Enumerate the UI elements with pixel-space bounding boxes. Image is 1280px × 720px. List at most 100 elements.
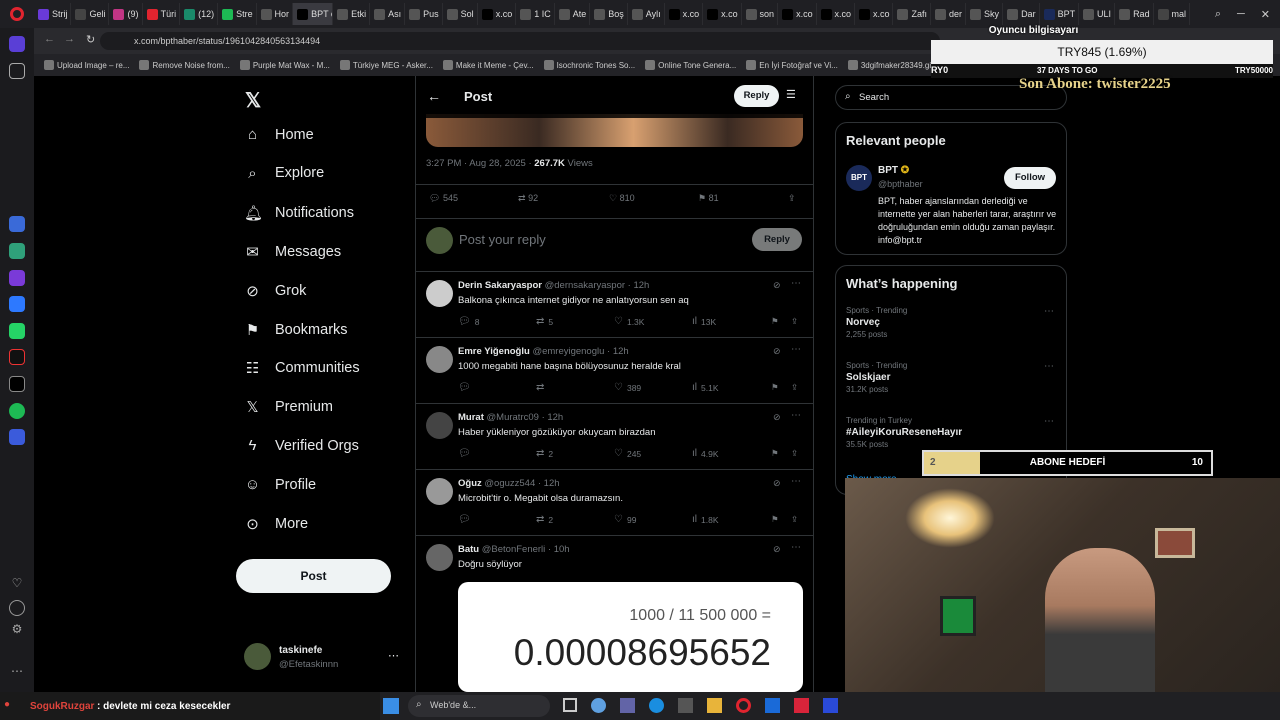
- share-icon[interactable]: ⇪: [791, 514, 798, 525]
- post-button[interactable]: Post: [236, 559, 391, 593]
- share-icon[interactable]: ⇪: [791, 448, 798, 459]
- bookmark-item[interactable]: Make it Meme - Çev...: [442, 60, 534, 70]
- repost-action[interactable]: ⇄ 2: [536, 448, 553, 459]
- taskbar-search[interactable]: ⌕ Web'de &...: [408, 695, 550, 717]
- browser-tab[interactable]: x.co: [855, 3, 894, 25]
- grok-icon[interactable]: ⊘: [773, 544, 781, 555]
- bookmark-item[interactable]: Online Tone Genera...: [645, 60, 736, 70]
- nav-item-more[interactable]: ⊙ More: [244, 515, 308, 533]
- bookmark-icon[interactable]: ⚑: [771, 448, 779, 459]
- bookmark-item[interactable]: Isochronic Tones So...: [543, 60, 635, 70]
- reply-item[interactable]: Batu @BetonFenerli · 10h ⊘ ⋯ Doğru söylü…: [416, 536, 813, 692]
- reply-action[interactable]: 💬︎: [458, 448, 475, 459]
- bookmark-action[interactable]: ⚑ 81: [698, 193, 719, 204]
- close-window-icon[interactable]: ✕: [1261, 8, 1270, 21]
- browser-tab[interactable]: Sol: [443, 3, 478, 25]
- filter-icon[interactable]: ☰: [786, 88, 796, 101]
- trend-item[interactable]: Sports · Trending Norveç 2,255 posts: [846, 306, 907, 339]
- outlook-icon[interactable]: [765, 698, 780, 713]
- teams-icon[interactable]: [620, 698, 635, 713]
- reply-author[interactable]: Murat: [458, 412, 484, 423]
- like-action[interactable]: ♡ 810: [609, 193, 635, 204]
- whatsapp-icon[interactable]: [9, 323, 25, 339]
- browser-tab[interactable]: x.co: [703, 3, 742, 25]
- explorer-icon[interactable]: [707, 698, 722, 713]
- like-action[interactable]: ♡ 99: [614, 514, 636, 525]
- reply-item[interactable]: Murat @Muratrc09 · 12h ⊘ ⋯ Haber yükleni…: [416, 404, 813, 470]
- grok-icon[interactable]: ⊘: [773, 280, 781, 291]
- like-action[interactable]: ♡ 245: [614, 448, 641, 459]
- views-action[interactable]: ıl 5.1K: [692, 382, 719, 393]
- more-icon[interactable]: ⋯: [791, 542, 801, 553]
- browser-tab[interactable]: ULI: [1079, 3, 1116, 25]
- nav-item-communities[interactable]: ☷ Communities: [244, 359, 360, 377]
- bookmark-icon[interactable]: ⚑: [771, 316, 779, 327]
- more-icon[interactable]: ⋯: [9, 664, 25, 680]
- nav-item-explore[interactable]: ⌕ Explore: [244, 165, 324, 182]
- nav-item-grok[interactable]: ⊘ Grok: [244, 282, 306, 300]
- trend-more-icon[interactable]: ⋯: [1044, 306, 1054, 317]
- nav-item-premium[interactable]: 𝕏 Premium: [244, 398, 333, 416]
- reply-author[interactable]: Emre Yiğenoğlu: [458, 346, 530, 357]
- reply-author[interactable]: Batu: [458, 544, 479, 555]
- browser-tab[interactable]: BPT on: [293, 3, 334, 25]
- bookmark-item[interactable]: Purple Mat Wax - M...: [239, 60, 330, 70]
- browser-tab[interactable]: (9): [109, 3, 143, 25]
- browser-tab[interactable]: 1 IC: [516, 3, 555, 25]
- opera-taskbar-icon[interactable]: [736, 698, 751, 713]
- reply-action[interactable]: 💬︎ 8: [458, 316, 479, 327]
- opera-logo-icon[interactable]: [0, 0, 34, 28]
- grok-icon[interactable]: ⊘: [773, 478, 781, 489]
- browser-tab[interactable]: Aylı: [628, 3, 665, 25]
- browser-tab[interactable]: (12): [180, 3, 219, 25]
- grok-icon[interactable]: ⊘: [773, 346, 781, 357]
- heart-icon[interactable]: ♡: [9, 576, 25, 592]
- url-field[interactable]: x.com/bpthaber/status/196104284056313449…: [100, 32, 940, 50]
- post-image[interactable]: [426, 114, 803, 147]
- like-action[interactable]: ♡ 389: [614, 382, 641, 393]
- browser-tab[interactable]: Türi: [143, 3, 181, 25]
- x-icon[interactable]: [9, 376, 25, 392]
- browser-tab[interactable]: Etki: [333, 3, 371, 25]
- views-action[interactable]: ıl 13K: [692, 316, 716, 327]
- browser-tab[interactable]: Ate: [555, 3, 591, 25]
- share-icon[interactable]: ⇪: [788, 193, 796, 204]
- trend-item[interactable]: Sports · Trending Solskjaer 31.2K posts: [846, 361, 907, 394]
- avatar[interactable]: [426, 478, 453, 505]
- browser-tab[interactable]: x.co: [478, 3, 517, 25]
- repost-action[interactable]: ⇄ 5: [536, 316, 553, 327]
- browser-tab[interactable]: Geli: [71, 3, 110, 25]
- bookmark-item[interactable]: En İyi Fotoğraf ve Vi...: [746, 60, 838, 70]
- browser-tab[interactable]: Hor: [257, 3, 294, 25]
- nav-item-profile[interactable]: ☺ Profile: [244, 476, 316, 493]
- browser-tab[interactable]: Rad: [1115, 3, 1154, 25]
- bookmark-item[interactable]: Upload Image – re...: [44, 60, 129, 70]
- trend-item[interactable]: Trending in Turkey #AileyiKoruReseneHayır…: [846, 416, 962, 449]
- chatgpt-icon[interactable]: [9, 243, 25, 259]
- reply-action[interactable]: 💬︎ 545: [429, 193, 458, 204]
- nav-item-notifications[interactable]: 🔔︎ Notifications: [244, 204, 354, 222]
- reply-image[interactable]: 1000 / 11 500 000 = 0.00008695652: [458, 582, 803, 692]
- edge-icon[interactable]: [649, 698, 664, 713]
- forward-icon[interactable]: →: [64, 33, 75, 45]
- nav-item-messages[interactable]: ✉ Messages: [244, 243, 341, 261]
- tiktok-icon[interactable]: [9, 349, 25, 365]
- windows-start-icon[interactable]: [383, 698, 399, 714]
- avatar[interactable]: [426, 280, 453, 307]
- launcher-icon[interactable]: [823, 698, 838, 713]
- repost-action[interactable]: ⇄ 92: [518, 193, 538, 204]
- more-icon[interactable]: ⋯: [791, 476, 801, 487]
- avatar[interactable]: [244, 643, 271, 670]
- browser-tab[interactable]: son: [742, 3, 779, 25]
- copilot-icon[interactable]: [591, 698, 606, 713]
- bpt-avatar[interactable]: BPT: [846, 165, 872, 191]
- browser-tab[interactable]: x.co: [778, 3, 817, 25]
- star-icon[interactable]: [9, 63, 25, 79]
- browser-tab[interactable]: x.co: [665, 3, 704, 25]
- browser-tab[interactable]: x.co: [817, 3, 855, 25]
- trend-more-icon[interactable]: ⋯: [1044, 361, 1054, 372]
- messenger-icon[interactable]: [9, 296, 25, 312]
- settings-icon[interactable]: ⚙: [9, 622, 25, 638]
- nav-item-home[interactable]: ⌂ Home: [244, 126, 314, 143]
- app-taskbar-icon[interactable]: [794, 698, 809, 713]
